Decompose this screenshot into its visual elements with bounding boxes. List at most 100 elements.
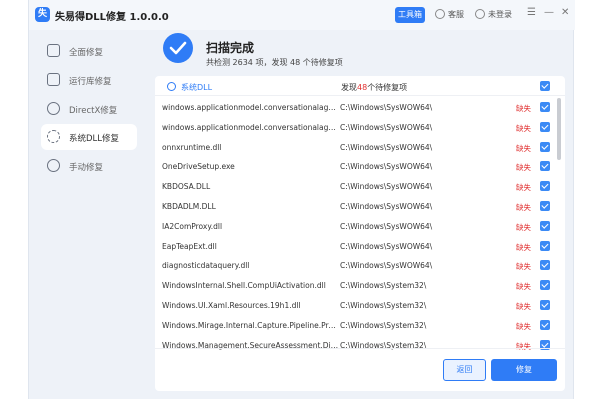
row-checkbox[interactable] [540, 181, 550, 192]
status-badge: 缺失 [516, 242, 531, 252]
row-checkbox[interactable] [540, 141, 550, 152]
file-path: C:\Windows\SysWOW64\ [340, 142, 433, 152]
file-path: C:\Windows\System32\ [340, 320, 427, 330]
login-button[interactable]: 未登录 [475, 9, 512, 20]
file-path: C:\Windows\SysWOW64\ [340, 122, 433, 132]
status-badge: 缺失 [516, 262, 531, 272]
sidebar-item-label: 运行库修复 [69, 77, 112, 87]
status-badge: 缺失 [516, 302, 531, 311]
repair-button[interactable]: 修复 [491, 359, 557, 381]
file-name: WindowsInternal.Shell.CompUiActivation.d… [162, 281, 326, 291]
monitor-icon [47, 44, 60, 57]
scrollbar[interactable] [557, 98, 561, 160]
layers-icon [47, 73, 60, 86]
status-badge: 缺失 [516, 123, 531, 133]
file-path: C:\Windows\SysWOW64\ [340, 103, 433, 112]
menu-icon[interactable]: ☰ [527, 7, 536, 18]
category-name: 系统DLL [181, 83, 213, 92]
sidebar: 全面修复 运行库修复 DirectX修复 系统DLL修复 手动修复 [29, 30, 147, 399]
file-name: Windows.UI.Xaml.Resources.19h1.dll [162, 301, 301, 310]
list-item[interactable]: WindowsInternal.Shell.CompUiActivation.d… [155, 275, 555, 295]
sidebar-item-label: 系统DLL修复 [69, 134, 120, 144]
list-item[interactable]: KBDOSA.DLL C:\Windows\SysWOW64\ 缺失 [155, 176, 555, 196]
minimize-button[interactable]: — [544, 7, 554, 18]
login-label: 未登录 [488, 10, 512, 19]
sidebar-item-runtime-repair[interactable]: 运行库修复 [41, 67, 137, 93]
file-path: C:\Windows\SysWOW64\ [340, 162, 433, 172]
title-bar: 失 失易得DLL修复 1.0.0.0 工具箱 客服 未登录 ☰ — ✕ [29, 0, 575, 30]
status-badge: 缺失 [516, 222, 531, 232]
wrench-icon [47, 159, 60, 172]
row-checkbox[interactable] [540, 260, 550, 271]
sidebar-item-manual-repair[interactable]: 手动修复 [41, 153, 137, 179]
file-name: diagnosticdataquery.dll [162, 261, 250, 271]
row-checkbox[interactable] [540, 319, 550, 330]
found-prefix: 发现 [341, 83, 357, 92]
select-all-checkbox[interactable] [540, 81, 550, 91]
customer-service-label: 客服 [448, 10, 464, 19]
sidebar-item-system-dll-repair[interactable]: 系统DLL修复 [41, 124, 137, 150]
file-name: EapTeapExt.dll [162, 241, 217, 251]
status-badge: 缺失 [516, 321, 531, 331]
sidebar-item-directx-repair[interactable]: DirectX修复 [41, 96, 137, 122]
results-panel: 系统DLL 发现48个待修复项 windows.applicationmodel… [155, 76, 565, 391]
row-checkbox[interactable] [540, 161, 550, 172]
row-checkbox[interactable] [540, 240, 550, 251]
file-path: C:\Windows\SysWOW64\ [340, 202, 433, 211]
app-logo: 失 [35, 7, 50, 22]
file-name: IA2ComProxy.dll [162, 221, 223, 231]
file-name: windows.applicationmodel.conversationala… [162, 122, 340, 132]
user-icon [475, 9, 485, 19]
file-path: C:\Windows\System32\ [340, 301, 427, 310]
found-count-text: 发现48个待修复项 [341, 82, 407, 93]
row-checkbox[interactable] [540, 121, 550, 132]
list-item[interactable]: Windows.Mirage.Internal.Capture.Pipeline… [155, 315, 555, 335]
list-item[interactable]: diagnosticdataquery.dll C:\Windows\SysWOW… [155, 255, 555, 275]
checkmark-icon [163, 33, 193, 63]
row-checkbox[interactable] [540, 220, 550, 231]
file-path: C:\Windows\SysWOW64\ [340, 221, 433, 231]
customer-service-button[interactable]: 客服 [435, 9, 464, 20]
headset-icon [435, 9, 445, 19]
app-title: 失易得DLL修复 1.0.0.0 [55, 12, 169, 23]
status-badge: 缺失 [516, 183, 531, 193]
row-checkbox[interactable] [540, 300, 550, 310]
list-item[interactable]: windows.applicationmodel.conversationala… [155, 117, 555, 137]
row-checkbox[interactable] [540, 201, 550, 211]
list-item[interactable]: Windows.UI.Xaml.Resources.19h1.dll C:\Win… [155, 295, 555, 315]
file-name: KBDADLM.DLL [162, 202, 216, 211]
list-item[interactable]: Windows.Management.SecureAssessment.Diag… [155, 335, 555, 355]
list-header: 系统DLL 发现48个待修复项 [155, 76, 565, 96]
list-item[interactable]: IA2ComProxy.dll C:\Windows\SysWOW64\ 缺失 [155, 216, 555, 236]
gear-icon [167, 82, 176, 91]
list-item[interactable]: OneDriveSetup.exe C:\Windows\SysWOW64\ 缺失 [155, 156, 555, 176]
toolbox-button[interactable]: 工具箱 [395, 7, 425, 23]
list-item[interactable]: windows.applicationmodel.conversationala… [155, 97, 555, 117]
back-button[interactable]: 返回 [443, 359, 486, 381]
x-circle-icon [47, 102, 60, 115]
app-window: 失 失易得DLL修复 1.0.0.0 工具箱 客服 未登录 ☰ — ✕ 全面修复… [28, 0, 575, 399]
page-title: 扫描完成 [206, 41, 255, 55]
sidebar-item-full-repair[interactable]: 全面修复 [41, 38, 137, 64]
file-name: OneDriveSetup.exe [162, 162, 235, 172]
sidebar-item-label: DirectX修复 [69, 106, 118, 116]
row-checkbox[interactable] [540, 102, 550, 112]
scan-summary: 共检测 2634 项，发现 48 个待修复项 [206, 58, 343, 67]
gear-icon [47, 130, 60, 143]
status-badge: 缺失 [516, 282, 531, 292]
found-count: 48 [357, 83, 368, 92]
file-path: C:\Windows\System32\ [340, 281, 427, 291]
status-badge: 缺失 [516, 163, 531, 173]
file-name: onnxruntime.dll [162, 142, 222, 152]
file-name: windows.applicationmodel.conversationala… [162, 103, 340, 112]
list-item[interactable]: EapTeapExt.dll C:\Windows\SysWOW64\ 缺失 [155, 236, 555, 256]
list-item[interactable]: KBDADLM.DLL C:\Windows\SysWOW64\ 缺失 [155, 196, 555, 216]
close-button[interactable]: ✕ [561, 7, 569, 18]
row-checkbox[interactable] [540, 280, 550, 291]
list-item[interactable]: onnxruntime.dll C:\Windows\SysWOW64\ 缺失 [155, 137, 555, 157]
sidebar-item-label: 手动修复 [69, 163, 104, 173]
file-path: C:\Windows\SysWOW64\ [340, 261, 433, 271]
file-name: Windows.Mirage.Internal.Capture.Pipeline… [162, 320, 340, 330]
file-path: C:\Windows\SysWOW64\ [340, 241, 433, 251]
file-name: KBDOSA.DLL [162, 182, 211, 192]
